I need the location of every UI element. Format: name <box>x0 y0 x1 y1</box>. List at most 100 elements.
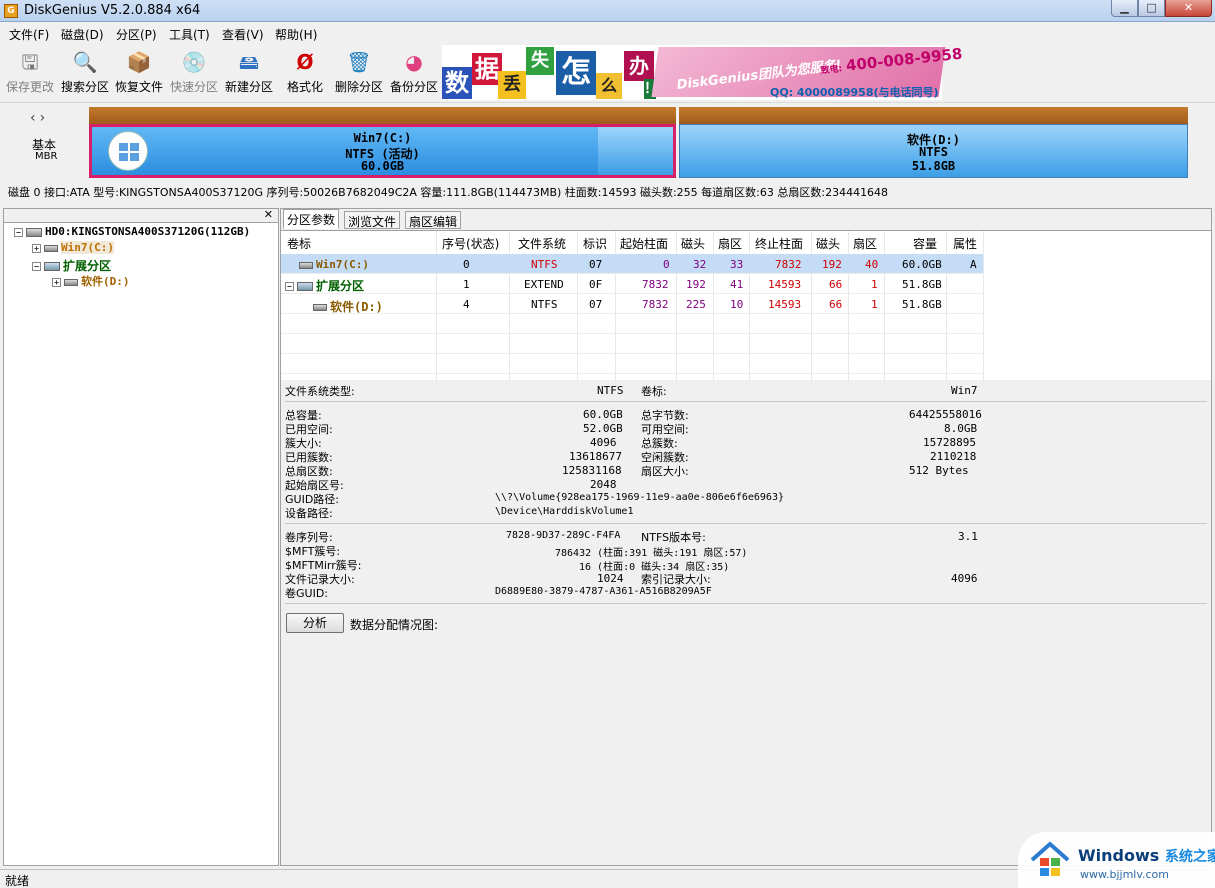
magnifier-icon: 🔍 <box>72 50 98 74</box>
col-header[interactable]: 磁头 <box>816 235 840 252</box>
cell: 1 <box>871 278 878 291</box>
sector-size-value: 512 Bytes <box>909 464 969 477</box>
col-header[interactable]: 序号(状态) <box>442 235 499 252</box>
table-row[interactable] <box>281 274 983 294</box>
backup-icon: ◕ <box>405 50 423 74</box>
partition-c-name: Win7(C:) <box>353 131 412 145</box>
maximize-button[interactable]: □ <box>1138 0 1165 17</box>
cell: 225 <box>686 298 706 311</box>
close-button[interactable]: ✕ <box>1165 0 1212 17</box>
cell-volume-text: 软件(D:) <box>330 300 383 314</box>
tree-disk-node[interactable]: − HD0:KINGSTONSA400S37120G(112GB) <box>14 225 250 238</box>
cell-volume: − 扩展分区 <box>285 277 364 294</box>
cell: EXTEND <box>524 278 564 291</box>
disk-tree-pane: ✕ − HD0:KINGSTONSA400S37120G(112GB) + Win7… <box>3 208 279 866</box>
tree-extended-partition[interactable]: − 扩展分区 <box>32 257 111 274</box>
analyze-button[interactable]: 分析 <box>286 613 344 633</box>
free-space-value: 8.0GB <box>944 422 978 435</box>
menu-view[interactable]: 查看(V) <box>222 26 264 43</box>
ntfs-version-label: NTFS版本号: <box>641 531 706 544</box>
tree-extended-label: 扩展分区 <box>63 259 112 273</box>
used-clusters-value: 13618677 <box>569 450 622 463</box>
cell: 0 <box>663 258 670 271</box>
cell: 7832 <box>642 298 669 311</box>
banner-char: 数 <box>442 67 472 99</box>
cell-volume: Win7(C:) <box>299 258 369 271</box>
trash-icon: 🗑 <box>346 50 372 74</box>
cell: 1 <box>871 298 878 311</box>
tree-pane-close-icon[interactable]: ✕ <box>264 208 273 221</box>
menu-help[interactable]: 帮助(H) <box>275 26 317 43</box>
cell: 7832 <box>775 258 802 271</box>
backup-partition-label: 备份分区 <box>389 80 438 94</box>
col-header[interactable]: 扇区 <box>718 235 742 252</box>
delete-partition-button[interactable]: 🗑 删除分区 <box>331 48 387 100</box>
tree-partition-d[interactable]: + 软件(D:) <box>52 273 130 289</box>
volume-serial-value: 7828-9D37-289C-F4FA <box>506 530 621 541</box>
menu-bar: 文件(F) 磁盘(D) 分区(P) 工具(T) 查看(V) 帮助(H) <box>0 23 1215 45</box>
backup-partition-button[interactable]: ◕ 备份分区 <box>386 48 442 100</box>
tab-sector-edit[interactable]: 扇区编辑 <box>405 211 462 229</box>
cluster-size-value: 4096 <box>590 436 617 449</box>
cell: 51.8GB <box>902 298 942 311</box>
mft-cluster-value: 786432 (柱面:391 磁头:191 扇区:57) <box>555 548 748 559</box>
menu-disk[interactable]: 磁盘(D) <box>61 26 104 43</box>
cell: NTFS <box>531 258 558 271</box>
col-header[interactable]: 磁头 <box>681 235 705 252</box>
app-logo-icon: G <box>4 4 18 18</box>
tree-partition-c-label: Win7(C:) <box>61 241 114 254</box>
cell: 10 <box>730 298 744 311</box>
recover-files-button[interactable]: 📦 恢复文件 <box>111 48 167 100</box>
cell: 0F <box>589 278 603 291</box>
divider <box>285 523 1207 524</box>
partition-icon <box>299 261 313 269</box>
expand-icon[interactable]: + <box>52 277 61 287</box>
new-partition-button[interactable]: 🖴 新建分区 <box>221 48 277 100</box>
tree-pane-header: ✕ <box>4 208 278 223</box>
col-header[interactable]: 卷标 <box>287 235 311 252</box>
col-header[interactable]: 起始柱面 <box>620 235 668 252</box>
minimize-button[interactable]: ▁ <box>1111 0 1138 17</box>
delete-partition-label: 删除分区 <box>334 80 383 94</box>
save-changes-button[interactable]: 🖫 保存更改 <box>2 48 58 100</box>
disk-nav-arrows[interactable]: ‹› <box>30 110 49 126</box>
window-title: DiskGenius V5.2.0.884 x64 <box>24 3 201 18</box>
cell: 33 <box>730 258 744 271</box>
col-header[interactable]: 标识 <box>583 235 607 252</box>
expand-icon[interactable]: + <box>32 243 41 253</box>
col-header[interactable]: 属性 <box>953 235 977 252</box>
col-header[interactable]: 终止柱面 <box>755 235 803 252</box>
menu-partition[interactable]: 分区(P) <box>116 26 157 43</box>
quick-partition-button[interactable]: 💿 快速分区 <box>166 48 222 100</box>
cell: 4 <box>463 298 470 311</box>
cell: 14593 <box>768 298 802 311</box>
col-header[interactable]: 扇区 <box>853 235 877 252</box>
recover-box-icon: 📦 <box>126 50 152 74</box>
tab-partition-params[interactable]: 分区参数 <box>283 209 340 229</box>
col-header[interactable]: 容量 <box>913 235 937 252</box>
new-partition-icon: 🖴 <box>238 50 260 74</box>
menu-file[interactable]: 文件(F) <box>9 26 49 43</box>
fs-type-value: NTFS <box>597 384 624 397</box>
tab-browse-files[interactable]: 浏览文件 <box>344 211 401 229</box>
hard-disk-icon <box>26 227 42 237</box>
volume-label-value: Win7 <box>951 384 978 397</box>
partition-icon <box>44 244 58 252</box>
search-partition-button[interactable]: 🔍 搜索分区 <box>57 48 113 100</box>
format-label: 格式化 <box>286 80 323 94</box>
collapse-icon[interactable]: − <box>32 262 41 271</box>
ntfs-version-value: 3.1 <box>958 530 978 543</box>
cell: 192 <box>686 278 706 291</box>
free-clusters-value: 2110218 <box>930 450 977 463</box>
tree-partition-c[interactable]: + Win7(C:) <box>32 241 114 254</box>
collapse-icon[interactable]: − <box>285 282 294 291</box>
col-header[interactable]: 文件系统 <box>518 235 566 252</box>
collapse-icon[interactable]: − <box>14 227 23 237</box>
banner-char: 怎 <box>556 51 596 95</box>
table-row[interactable] <box>281 294 983 314</box>
menu-tools[interactable]: 工具(T) <box>169 26 210 43</box>
partition-c-size: 60.0GB <box>360 159 405 173</box>
search-partition-label: 搜索分区 <box>60 80 109 94</box>
format-button[interactable]: Ø 格式化 <box>277 48 333 100</box>
cell: 14593 <box>768 278 802 291</box>
